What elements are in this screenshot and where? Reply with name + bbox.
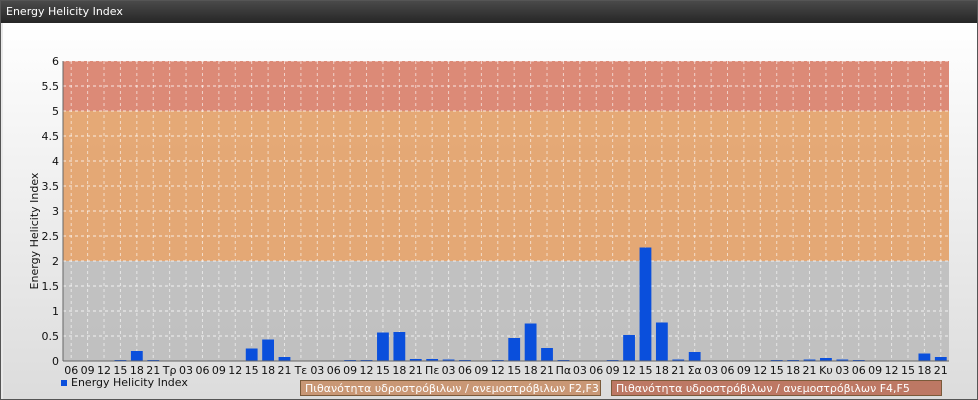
bar-20[interactable]	[393, 332, 406, 361]
x-tick-label: 21	[278, 364, 292, 377]
x-tick-label: 15	[638, 364, 652, 377]
bar-34[interactable]	[623, 335, 635, 361]
y-tick-label: 3.5	[42, 180, 60, 193]
band-legend-f2-f3[interactable]: Πιθανότητα υδροστρόβιλων / ανεμοστρόβιλω…	[300, 380, 601, 396]
y-tick-label: 5.5	[42, 80, 60, 93]
x-tick-label: 06	[852, 364, 866, 377]
y-tick-label: 1	[52, 305, 59, 318]
x-tick-label: 18	[524, 364, 538, 377]
x-tick-label: 15	[245, 364, 259, 377]
x-tick-label: Τε	[294, 364, 308, 377]
legend[interactable]: Energy Helicity Index	[61, 376, 188, 389]
x-tick-label: 03	[704, 364, 718, 377]
x-tick-label: 12	[228, 364, 242, 377]
bar-11[interactable]	[245, 348, 258, 362]
x-tick-label: 21	[803, 364, 817, 377]
bar-12[interactable]	[262, 339, 274, 362]
x-tick-label: 12	[622, 364, 636, 377]
bar-19[interactable]	[377, 332, 389, 362]
x-tick-label: 09	[737, 364, 751, 377]
y-tick-label: 6	[52, 55, 59, 68]
x-tick-label: 12	[885, 364, 899, 377]
bar-36[interactable]	[655, 322, 668, 362]
x-tick-label: 18	[392, 364, 406, 377]
bar-27[interactable]	[508, 338, 521, 361]
x-tick-label: 03	[310, 364, 324, 377]
x-tick-label: 15	[770, 364, 784, 377]
x-tick-label: 06	[458, 364, 472, 377]
bar-38[interactable]	[688, 352, 701, 361]
bar-28[interactable]	[524, 323, 537, 362]
band-legend-f4-f5[interactable]: Πιθανότητα υδροστρόβιλων / ανεμοστρόβιλω…	[611, 380, 942, 396]
x-tick-label: 18	[655, 364, 669, 377]
x-tick-label: 09	[606, 364, 620, 377]
x-tick-label: 09	[868, 364, 882, 377]
y-tick-label: 2	[52, 255, 59, 268]
x-tick-label: Κυ	[819, 364, 833, 377]
ehi-chart: 00.511.522.533.544.555.5606 09 12 15 18 21 Τρ 0…	[28, 55, 949, 377]
x-tick-label: 18	[917, 364, 931, 377]
x-tick-label: 06	[589, 364, 603, 377]
bar-29[interactable]	[541, 348, 553, 361]
x-tick-label: 21	[934, 364, 948, 377]
x-tick-label: 18	[786, 364, 800, 377]
y-tick-label: 3	[52, 205, 59, 218]
x-tick-label: 18	[261, 364, 275, 377]
x-tick-label: 15	[507, 364, 521, 377]
x-tick-label: 12	[753, 364, 767, 377]
bar-4[interactable]	[130, 351, 143, 361]
bar-13[interactable]	[278, 357, 291, 361]
y-tick-label: 4	[52, 155, 59, 168]
x-tick-label: 06	[721, 364, 735, 377]
x-tick-label: 21	[409, 364, 423, 377]
bar-53[interactable]	[934, 357, 947, 361]
y-axis-label: Energy Helicity Index	[28, 172, 41, 289]
y-tick-label: 4.5	[42, 130, 60, 143]
x-tick-label: 09	[212, 364, 226, 377]
x-tick-label: 06	[195, 364, 209, 377]
legend-label: Energy Helicity Index	[71, 376, 188, 389]
legend-swatch	[61, 379, 67, 386]
x-tick-label: Πα	[556, 364, 572, 377]
y-tick-label: 2.5	[42, 230, 60, 243]
x-tick-label: 06	[327, 364, 341, 377]
x-tick-label: 03	[442, 364, 456, 377]
x-tick-label: 15	[376, 364, 390, 377]
x-tick-label: Σα	[688, 364, 702, 377]
x-tick-label: 09	[474, 364, 488, 377]
x-tick-label: 21	[671, 364, 685, 377]
x-tick-label: 03	[573, 364, 587, 377]
x-tick-label: 09	[343, 364, 357, 377]
bar-52[interactable]	[918, 353, 931, 362]
x-tick-label: 21	[540, 364, 554, 377]
y-tick-label: 0.5	[42, 330, 60, 343]
y-tick-label: 0	[52, 355, 59, 368]
y-tick-label: 5	[52, 105, 59, 118]
x-tick-label: 03	[835, 364, 849, 377]
bar-35[interactable]	[639, 247, 652, 362]
x-tick-label: 12	[491, 364, 505, 377]
x-tick-label: 15	[901, 364, 915, 377]
x-tick-label: 12	[360, 364, 374, 377]
y-tick-label: 1.5	[42, 280, 60, 293]
x-tick-label: Πε	[425, 364, 439, 377]
chart-widget: Energy Helicity Index 0 0.5 1 1.5 2 2.5 3 3.5 4 4…	[0, 0, 978, 400]
